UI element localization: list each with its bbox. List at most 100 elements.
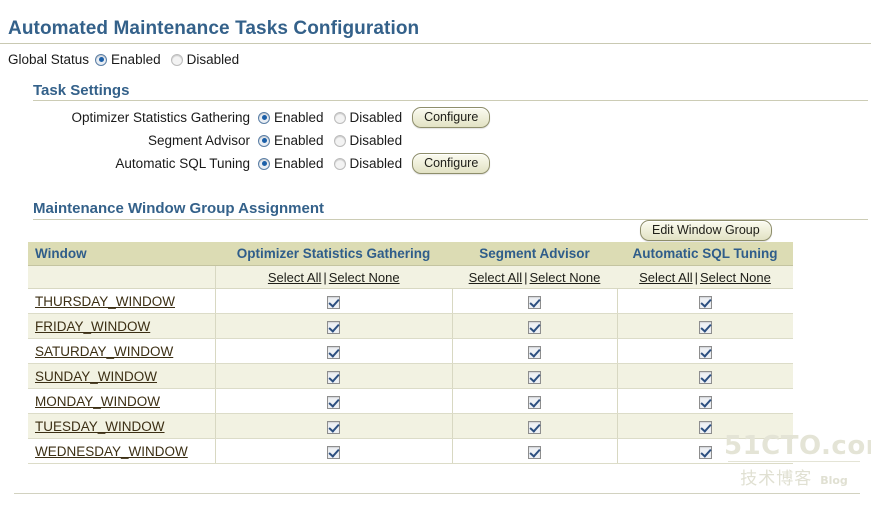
task-label-optimizer-statistics-gathering: Optimizer Statistics Gathering [71,110,250,125]
radio-enabled-icon[interactable] [258,157,270,170]
window-link[interactable]: FRIDAY_WINDOW [35,319,150,334]
radio-disabled-icon[interactable] [333,157,346,170]
select-cell-segment-advisor: Select All | Select None [452,265,617,289]
table-row: FRIDAY_WINDOW [28,313,793,339]
checkbox-segment-advisor[interactable] [528,395,541,409]
window-name-cell: WEDNESDAY_WINDOW [28,438,216,464]
select-separator: | [694,269,699,285]
checkbox-automatic-sql-tuning[interactable] [698,420,712,434]
checkbox-segment-advisor[interactable] [528,370,541,384]
edit-window-group-button-wrap: Edit Window Group [640,220,772,241]
select-cell-optimizer-statistics-gathering: Select All | Select None [215,265,452,289]
select-separator: | [323,269,327,285]
select-row-window-blank [28,265,216,289]
checkbox-automatic-sql-tuning[interactable] [698,370,712,384]
window-group-assignment-table: Window Optimizer Statistics Gathering Se… [28,242,793,464]
page-bottom-divider [14,493,860,494]
window-link[interactable]: THURSDAY_WINDOW [35,294,175,309]
checkbox-optimizer-statistics-gathering[interactable] [327,420,340,434]
checkbox-optimizer-statistics-gathering[interactable] [327,445,340,459]
select-none-segment-advisor[interactable]: Select None [530,270,601,285]
window-link[interactable]: SUNDAY_WINDOW [35,369,157,384]
checkbox-cell-optimizer-statistics-gathering [215,363,453,389]
checkbox-automatic-sql-tuning[interactable] [698,345,712,359]
checkbox-cell-optimizer-statistics-gathering [215,438,453,464]
window-name-cell: TUESDAY_WINDOW [28,413,216,439]
table-header-row: Window Optimizer Statistics Gathering Se… [28,242,793,266]
table-body: Select All | Select None Select All | Select… [28,265,793,464]
table-row: MONDAY_WINDOW [28,388,793,414]
checkbox-optimizer-statistics-gathering[interactable] [327,295,340,309]
checkbox-automatic-sql-tuning[interactable] [698,395,712,409]
radio-disabled-icon[interactable] [333,111,346,124]
automatic-sql-tuning-disabled-option[interactable]: Disabled [333,156,402,171]
checkbox-cell-segment-advisor [452,288,618,314]
checkbox-cell-optimizer-statistics-gathering [215,338,453,364]
checkbox-optimizer-statistics-gathering[interactable] [327,370,340,384]
checkbox-cell-automatic-sql-tuning [617,413,793,439]
checkbox-optimizer-statistics-gathering[interactable] [327,320,340,334]
table-row: SATURDAY_WINDOW [28,338,793,364]
select-all-optimizer-statistics-gathering[interactable]: Select All [268,270,321,285]
checkbox-cell-optimizer-statistics-gathering [215,388,453,414]
window-link[interactable]: MONDAY_WINDOW [35,394,160,409]
window-name-cell: FRIDAY_WINDOW [28,313,216,339]
window-name-cell: THURSDAY_WINDOW [28,288,216,314]
checkbox-cell-automatic-sql-tuning [617,363,793,389]
watermark-chinese-text: 技术博客 [740,469,813,489]
select-none-automatic-sql-tuning[interactable]: Select None [700,270,771,285]
radio-disabled-icon[interactable] [333,134,346,147]
checkbox-cell-optimizer-statistics-gathering [215,413,453,439]
checkbox-segment-advisor[interactable] [528,320,541,334]
segment-advisor-disabled-option[interactable]: Disabled [333,133,403,148]
automatic-sql-tuning-enabled-option[interactable]: Enabled [258,156,324,171]
checkbox-segment-advisor[interactable] [528,295,541,309]
column-header-optimizer-statistics-gathering: Optimizer Statistics Gathering [215,242,452,266]
configure-automatic-sql-tuning-button[interactable]: Configure [412,153,491,174]
radio-enabled-icon[interactable] [258,134,270,147]
checkbox-cell-automatic-sql-tuning [617,313,793,339]
window-link[interactable]: TUESDAY_WINDOW [35,419,165,434]
table-header: Window Optimizer Statistics Gathering Se… [28,242,793,266]
window-link[interactable]: WEDNESDAY_WINDOW [35,444,188,459]
column-header-segment-advisor: Segment Advisor [452,242,617,266]
edit-window-group-button[interactable]: Edit Window Group [640,220,772,241]
checkbox-cell-segment-advisor [452,313,618,339]
window-link[interactable]: SATURDAY_WINDOW [35,344,173,359]
select-cell-automatic-sql-tuning: Select All | Select None [617,265,793,289]
optimizer-statistics-gathering-disabled-option[interactable]: Disabled [333,110,403,125]
select-separator: | [524,269,528,285]
checkbox-cell-automatic-sql-tuning [617,288,793,314]
checkbox-automatic-sql-tuning[interactable] [698,295,712,309]
checkbox-segment-advisor[interactable] [528,445,541,459]
global-status-label: Global Status [8,52,90,67]
global-status-option-enabled[interactable]: Enabled [95,52,161,67]
window-name-cell: SUNDAY_WINDOW [28,363,216,389]
optimizer-statistics-gathering-enabled-label: Enabled [274,110,324,125]
checkbox-optimizer-statistics-gathering[interactable] [327,345,340,359]
checkbox-cell-segment-advisor [452,338,618,364]
checkbox-optimizer-statistics-gathering[interactable] [327,395,340,409]
segment-advisor-disabled-label: Disabled [349,133,403,148]
window-name-cell: SATURDAY_WINDOW [28,338,216,364]
segment-advisor-enabled-option[interactable]: Enabled [258,133,324,148]
select-none-optimizer-statistics-gathering[interactable]: Select None [329,270,400,285]
checkbox-cell-segment-advisor [452,438,618,464]
checkbox-automatic-sql-tuning[interactable] [698,445,712,459]
checkbox-segment-advisor[interactable] [528,420,541,434]
radio-enabled-icon[interactable] [95,53,108,66]
checkbox-automatic-sql-tuning[interactable] [698,320,712,334]
checkbox-segment-advisor[interactable] [528,345,541,359]
page-title: Automated Maintenance Tasks Configuratio… [8,18,420,39]
checkbox-cell-segment-advisor [452,413,618,439]
global-status-row: Global Status Enabled Disabled [8,52,249,67]
configure-optimizer-statistics-gathering-button[interactable]: Configure [412,107,491,128]
select-all-none-row: Select All | Select None Select All | Select… [28,265,793,289]
optimizer-statistics-gathering-disabled-label: Disabled [349,110,403,125]
radio-disabled-icon[interactable] [170,53,183,66]
select-all-segment-advisor[interactable]: Select All [469,270,522,285]
select-all-automatic-sql-tuning[interactable]: Select All [639,270,692,285]
global-status-option-disabled[interactable]: Disabled [170,52,239,67]
radio-enabled-icon[interactable] [258,111,270,124]
optimizer-statistics-gathering-enabled-option[interactable]: Enabled [258,110,324,125]
